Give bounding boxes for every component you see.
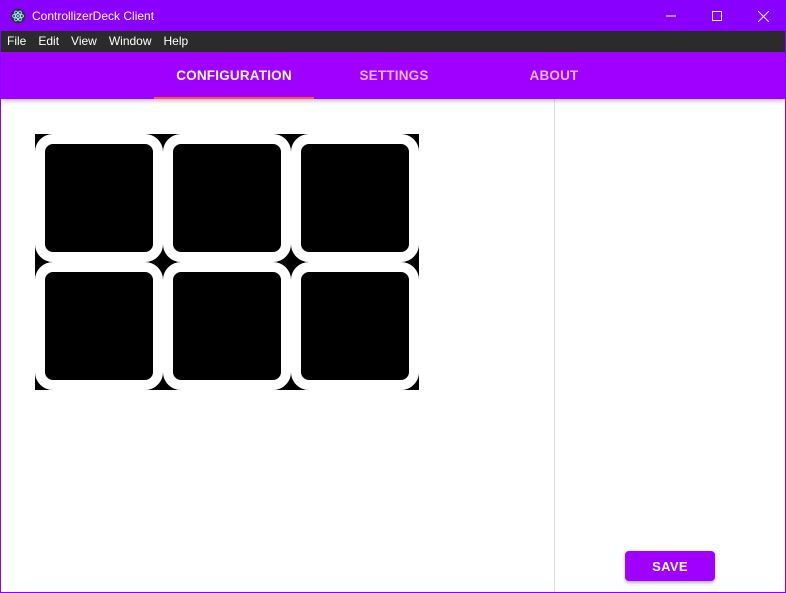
- window-title: ControllizerDeck Client: [32, 9, 155, 23]
- tab-settings[interactable]: SETTINGS: [314, 52, 474, 99]
- deck-button-face: [301, 272, 409, 380]
- save-button[interactable]: SAVE: [625, 551, 715, 581]
- close-button[interactable]: [740, 1, 785, 31]
- panel-divider: [554, 99, 555, 592]
- deck-button-2[interactable]: [163, 134, 291, 262]
- tab-about[interactable]: ABOUT: [474, 52, 634, 99]
- deck-button-face: [301, 144, 409, 252]
- minimize-button[interactable]: [648, 1, 694, 31]
- maximize-icon: [712, 11, 722, 21]
- menu-bar: File Edit View Window Help: [1, 31, 785, 52]
- deck-button-face: [45, 144, 153, 252]
- menu-edit[interactable]: Edit: [32, 31, 65, 52]
- deck-button-1[interactable]: [35, 134, 163, 262]
- electron-atom-icon: [10, 8, 26, 24]
- configuration-panel: SAVE: [1, 99, 785, 592]
- title-bar[interactable]: ControllizerDeck Client: [1, 1, 785, 31]
- menu-help[interactable]: Help: [158, 31, 195, 52]
- tab-bar: CONFIGURATION SETTINGS ABOUT: [1, 52, 785, 99]
- deck-button-grid: [35, 134, 419, 390]
- deck-button-face: [45, 272, 153, 380]
- deck-button-face: [173, 144, 281, 252]
- deck-button-face: [173, 272, 281, 380]
- tab-configuration[interactable]: CONFIGURATION: [154, 52, 314, 99]
- menu-view[interactable]: View: [65, 31, 103, 52]
- active-tab-indicator: [154, 97, 314, 99]
- menu-window[interactable]: Window: [103, 31, 158, 52]
- close-icon: [757, 10, 769, 22]
- app-window: ControllizerDeck Client File Edit View W…: [0, 0, 786, 593]
- deck-button-6[interactable]: [291, 262, 419, 390]
- deck-button-4[interactable]: [35, 262, 163, 390]
- maximize-button[interactable]: [694, 1, 740, 31]
- minimize-icon: [666, 15, 676, 17]
- deck-button-3[interactable]: [291, 134, 419, 262]
- menu-file[interactable]: File: [1, 31, 32, 52]
- deck-button-5[interactable]: [163, 262, 291, 390]
